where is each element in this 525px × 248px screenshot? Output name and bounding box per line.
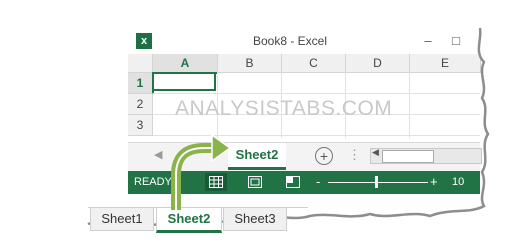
curved-arrow-icon [171,133,232,210]
